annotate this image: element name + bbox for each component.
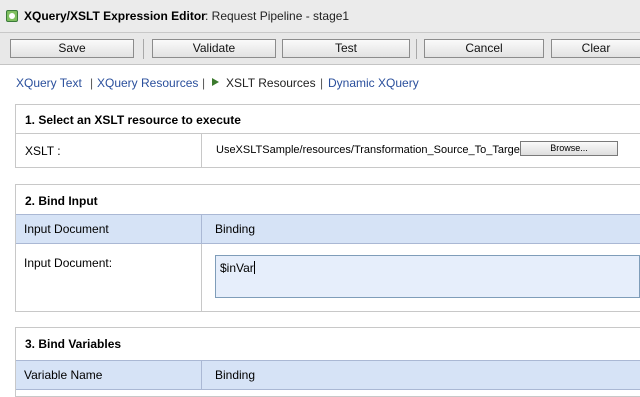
xslt-resource-path: UseXSLTSample/resources/Transformation_S… xyxy=(216,144,523,156)
table-header-row: Variable Name Binding xyxy=(16,360,640,390)
column-divider xyxy=(201,134,202,168)
table-header-row: Input Document Binding xyxy=(16,214,640,244)
editor-app-icon xyxy=(6,10,18,22)
xslt-resources-tab[interactable]: XSLT Resources xyxy=(226,76,316,90)
input-document-label: Input Document: xyxy=(24,256,113,270)
test-button[interactable]: Test xyxy=(282,39,410,58)
editor-title: XQuery/XSLT Expression Editor xyxy=(24,9,206,23)
xquery-resources-link[interactable]: XQuery Resources xyxy=(97,76,198,90)
input-binding-field[interactable]: $inVar xyxy=(215,255,640,298)
nav-separator: | xyxy=(90,76,94,90)
column-header: Input Document xyxy=(24,222,109,236)
action-toolbar: Save Validate Test Cancel Clear xyxy=(0,33,640,65)
input-binding-value: $inVar xyxy=(220,261,254,275)
cancel-button[interactable]: Cancel xyxy=(424,39,544,58)
validate-button[interactable]: Validate xyxy=(152,39,276,58)
column-divider xyxy=(201,215,202,243)
dynamic-xquery-link[interactable]: Dynamic XQuery xyxy=(328,76,419,90)
section-header: 3. Bind Variables xyxy=(25,337,122,351)
column-header: Variable Name xyxy=(24,368,103,382)
xquery-text-link[interactable]: XQuery Text xyxy=(16,76,82,90)
xslt-label: XSLT : xyxy=(25,144,61,158)
select-xslt-section: 1. Select an XSLT resource to execute XS… xyxy=(15,104,640,168)
section-header: 1. Select an XSLT resource to execute xyxy=(25,113,241,127)
nav-separator: | xyxy=(202,76,206,90)
editor-context: : Request Pipeline - stage1 xyxy=(205,9,350,23)
resource-nav: XQuery Text | XQuery Resources | XSLT Re… xyxy=(0,65,640,98)
clear-button[interactable]: Clear xyxy=(551,39,640,58)
column-header: Binding xyxy=(215,368,256,382)
text-caret xyxy=(253,261,255,274)
column-header: Binding xyxy=(215,222,256,236)
section-header: 2. Bind Input xyxy=(25,194,98,208)
column-divider xyxy=(201,361,202,389)
current-tab-arrow-icon xyxy=(212,78,219,86)
nav-separator: | xyxy=(320,76,324,90)
browse-button[interactable]: Browse... xyxy=(520,141,618,156)
toolbar-separator xyxy=(143,39,144,59)
toolbar-separator xyxy=(416,39,417,59)
window-titlebar: XQuery/XSLT Expression Editor : Request … xyxy=(0,0,640,33)
bind-variables-section: 3. Bind Variables Variable Name Binding xyxy=(15,327,640,397)
column-divider xyxy=(201,244,202,311)
save-button[interactable]: Save xyxy=(10,39,134,58)
